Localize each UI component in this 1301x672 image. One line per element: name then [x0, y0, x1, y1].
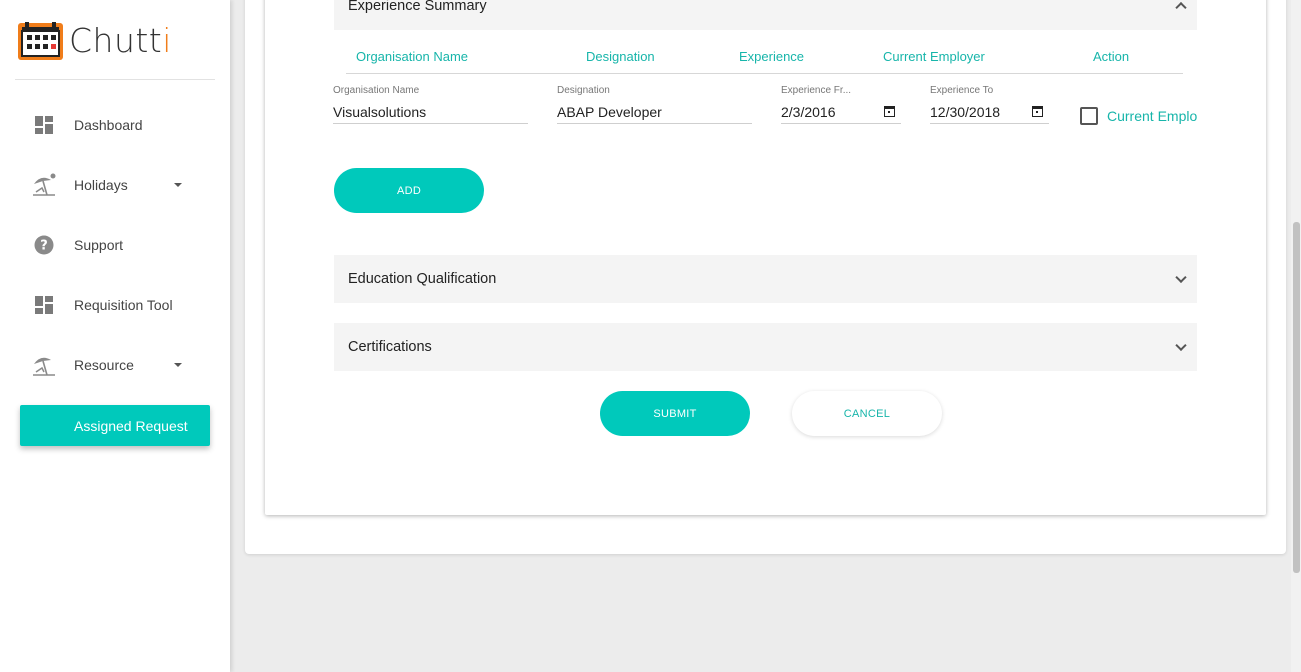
add-button[interactable]: ADD: [334, 168, 484, 213]
organisation-name-field[interactable]: Organisation Name Visualsolutions: [333, 85, 528, 124]
current-employer-label[interactable]: Current Employer: [1107, 108, 1197, 124]
panel-title: Certifications: [348, 339, 432, 355]
sidebar-item-requisition-tool[interactable]: Requisition Tool: [30, 290, 200, 320]
help-icon: ?: [30, 231, 58, 259]
experience-summary-panel-header[interactable]: Experience Summary: [334, 0, 1197, 30]
experience-from-value: 2/3/2016: [781, 104, 836, 120]
sidebar-item-label: Resource: [74, 357, 134, 373]
sidebar-item-dashboard[interactable]: Dashboard: [30, 110, 200, 140]
dashboard-icon: [30, 111, 58, 139]
app-name-accent: i: [162, 21, 172, 60]
sidebar-item-support[interactable]: ? Support: [30, 230, 200, 260]
experience-to-input[interactable]: 12/30/2018: [930, 104, 1049, 124]
field-label: Experience To: [930, 85, 994, 96]
education-qualification-panel-header[interactable]: Education Qualification: [334, 255, 1197, 303]
field-label: Organisation Name: [333, 85, 420, 96]
sidebar-item-label: Dashboard: [74, 117, 143, 133]
sidebar-divider: [15, 79, 215, 80]
sidebar-item-assigned-request[interactable]: Assigned Request: [20, 405, 210, 446]
sidebar-item-resource[interactable]: Resource: [30, 350, 200, 380]
current-employer-checkbox[interactable]: [1080, 107, 1098, 125]
designation-field[interactable]: Designation ABAP Developer: [557, 85, 752, 124]
sidebar-item-label: Holidays: [74, 177, 128, 193]
calendar-logo-icon: [17, 20, 64, 61]
scrollbar-thumb[interactable]: [1293, 222, 1300, 573]
submit-button[interactable]: SUBMIT: [600, 391, 750, 436]
beach-icon: [30, 351, 58, 379]
sidebar-item-label: Requisition Tool: [74, 297, 173, 313]
organisation-name-input[interactable]: Visualsolutions: [333, 104, 528, 124]
chevron-up-icon: [1175, 1, 1187, 14]
beach-icon: [30, 171, 58, 199]
sidebar: Chutti Dashboard Holidays ? Support Requ…: [0, 0, 230, 672]
app-name: Chutti: [69, 21, 172, 60]
column-header-designation: Designation: [586, 49, 655, 64]
calendar-icon[interactable]: [884, 106, 895, 117]
chevron-down-icon: [1175, 271, 1187, 284]
sidebar-item-holidays[interactable]: Holidays: [30, 170, 200, 200]
column-header-action: Action: [1093, 49, 1130, 64]
field-label: Designation: [557, 85, 610, 96]
caret-down-icon: [174, 363, 182, 367]
caret-down-icon: [174, 183, 182, 187]
field-label: Experience Fr...: [781, 85, 852, 96]
chevron-down-icon: [1175, 339, 1187, 352]
column-header-experience: Experience: [739, 49, 805, 64]
table-divider: [346, 73, 1183, 74]
certifications-panel-header[interactable]: Certifications: [334, 323, 1197, 371]
dashboard-icon: [30, 291, 58, 319]
experience-from-field[interactable]: Experience Fr... 2/3/2016: [781, 85, 901, 124]
column-header-organisation: Organisation Name: [356, 49, 468, 64]
panel-title: Experience Summary: [348, 0, 487, 14]
experience-to-field[interactable]: Experience To 12/30/2018: [930, 85, 1049, 124]
panel-title: Education Qualification: [348, 271, 497, 287]
experience-from-input[interactable]: 2/3/2016: [781, 104, 901, 124]
app-name-main: Chutt: [69, 21, 163, 60]
svg-text:?: ?: [40, 239, 48, 254]
designation-input[interactable]: ABAP Developer: [557, 104, 752, 124]
column-header-current-employer: Current Employer: [883, 49, 985, 64]
calendar-icon[interactable]: [1032, 106, 1043, 117]
cancel-button[interactable]: CANCEL: [792, 391, 942, 436]
sidebar-item-label: Support: [74, 237, 124, 253]
experience-to-value: 12/30/2018: [930, 104, 1001, 120]
app-logo[interactable]: Chutti: [17, 20, 172, 61]
